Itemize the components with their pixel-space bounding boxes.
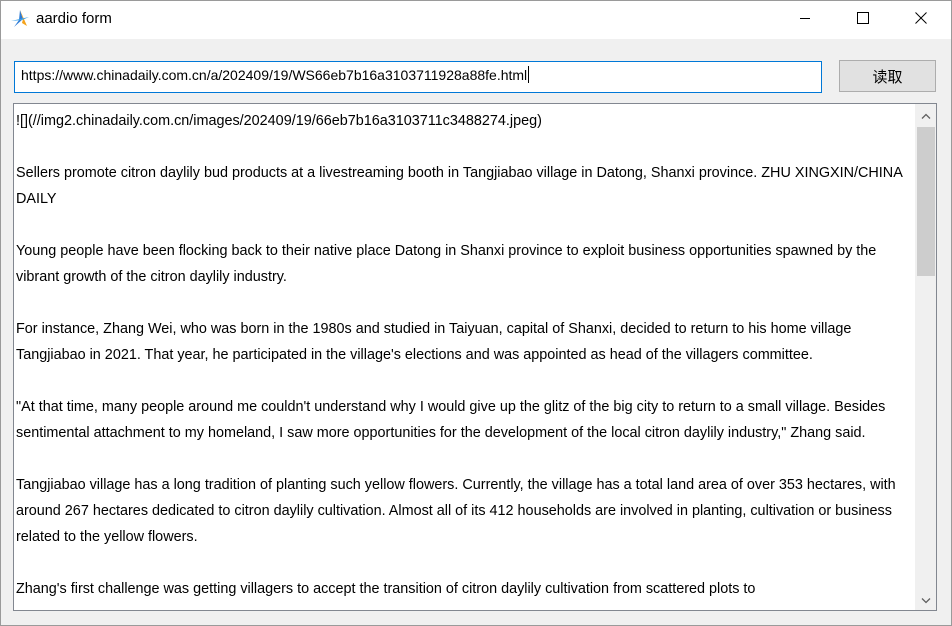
- title-bar[interactable]: aardio form: [1, 1, 951, 39]
- url-input[interactable]: [14, 61, 822, 93]
- minimize-icon: [799, 11, 811, 29]
- scroll-down-arrow-icon: [921, 591, 931, 609]
- scroll-thumb[interactable]: [917, 127, 935, 276]
- scroll-down-button[interactable]: [915, 589, 936, 610]
- app-window: aardio form https://www.chinadaily.com.c…: [0, 0, 952, 626]
- aardio-app-icon: [10, 9, 30, 29]
- vertical-scrollbar[interactable]: [915, 104, 936, 610]
- minimize-button[interactable]: [776, 1, 834, 39]
- content-paragraph: "At that time, many people around me cou…: [16, 399, 886, 441]
- content-paragraph: ![](//img2.chinadaily.com.cn/images/2024…: [16, 113, 542, 129]
- content-textarea[interactable]: ![](//img2.chinadaily.com.cn/images/2024…: [13, 103, 937, 611]
- close-icon: [915, 11, 927, 29]
- content-paragraph: Young people have been flocking back to …: [16, 243, 877, 285]
- content-text: ![](//img2.chinadaily.com.cn/images/2024…: [16, 108, 912, 610]
- content-paragraph: Sellers promote citron daylily bud produ…: [16, 165, 902, 207]
- read-button[interactable]: 读取: [839, 60, 936, 92]
- scroll-up-button[interactable]: [915, 104, 936, 125]
- maximize-icon: [857, 11, 869, 29]
- close-button[interactable]: [892, 1, 950, 39]
- window-title: aardio form: [36, 10, 112, 27]
- maximize-button[interactable]: [834, 1, 892, 39]
- content-paragraph: Zhang's first challenge was getting vill…: [16, 581, 756, 597]
- scroll-up-arrow-icon: [921, 106, 931, 124]
- content-paragraph: For instance, Zhang Wei, who was born in…: [16, 321, 852, 363]
- content-paragraph: Tangjiabao village has a long tradition …: [16, 477, 896, 545]
